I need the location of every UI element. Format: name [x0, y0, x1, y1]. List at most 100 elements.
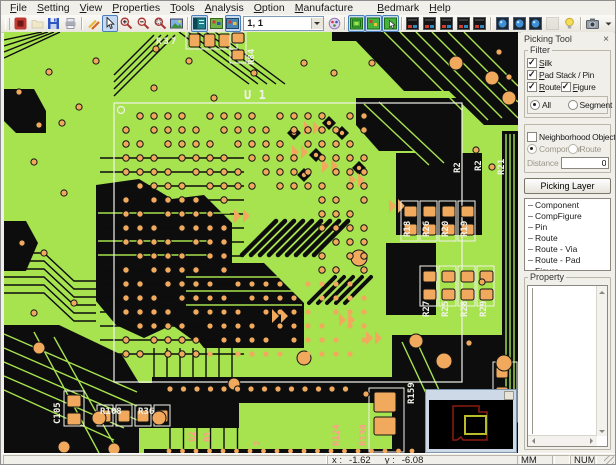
- status-units-segment: MM: [517, 455, 555, 465]
- property-group: Property: [524, 277, 611, 450]
- overview-close-button[interactable]: [504, 391, 514, 400]
- silk-label-r21: R21: [497, 159, 507, 175]
- application-window: FileSettingViewPropertiesToolsAnalysisOp…: [0, 0, 616, 465]
- layer-item-pin[interactable]: Pin: [525, 222, 610, 233]
- report-icon[interactable]: [528, 15, 545, 32]
- checkbox-route[interactable]: Route: [527, 82, 561, 92]
- overview-titlebar[interactable]: [426, 390, 516, 400]
- combo-dropdown-icon[interactable]: [311, 18, 323, 29]
- menu-setting[interactable]: Setting: [32, 1, 75, 15]
- scroll-left-icon[interactable]: [529, 438, 535, 444]
- silk-label-r130: R130: [359, 424, 369, 446]
- zoom-in-icon[interactable]: [118, 15, 135, 32]
- silk-label-2: 2: [253, 441, 263, 446]
- menu-manufacture[interactable]: Manufacture: [290, 1, 358, 15]
- board-bottom-view-icon[interactable]: [225, 15, 242, 32]
- scroll-down-icon[interactable]: [599, 430, 605, 436]
- save-icon[interactable]: [45, 15, 62, 32]
- menu-bedmark[interactable]: Bedmark: [372, 1, 424, 15]
- layer-preset-2-icon[interactable]: [421, 15, 438, 32]
- menu-properties[interactable]: Properties: [107, 1, 165, 15]
- measure-pens-icon[interactable]: [85, 15, 102, 32]
- menu-help[interactable]: Help: [424, 1, 456, 15]
- radio-route[interactable]: Route: [568, 144, 609, 154]
- resize-grip[interactable]: [604, 456, 614, 465]
- select-cursor-icon[interactable]: [102, 15, 119, 32]
- radio-component[interactable]: Component: [527, 144, 568, 154]
- toolbar: 1, 1: [1, 15, 616, 33]
- checkbox-pad-stack-pin[interactable]: Pad Stack / Pin: [527, 70, 594, 80]
- highlight-bulb-icon[interactable]: [561, 15, 578, 32]
- menu-file[interactable]: File: [5, 1, 32, 15]
- layer-color-icon[interactable]: [326, 15, 343, 32]
- distance-input[interactable]: [561, 157, 609, 169]
- layer-preset-4-icon[interactable]: [455, 15, 472, 32]
- overview-viewport-rect[interactable]: [465, 416, 486, 434]
- layer-item-component[interactable]: Component: [525, 200, 610, 211]
- toolbar-grip[interactable]: [5, 18, 10, 30]
- toolbar-separator: [81, 17, 83, 30]
- scroll-right-icon[interactable]: [590, 438, 596, 444]
- silk-label-r28: R28: [460, 301, 470, 317]
- menu-tools[interactable]: Tools: [165, 1, 200, 15]
- zoom-window-icon[interactable]: [152, 15, 169, 32]
- scope-radio-box: AllSegment: [527, 96, 608, 114]
- radio-all[interactable]: All: [530, 100, 568, 110]
- checkbox-neighborhood-object[interactable]: Neighborhood Object: [527, 132, 608, 142]
- open-file-icon[interactable]: [29, 15, 46, 32]
- checkbox-figure[interactable]: Figure: [561, 82, 596, 92]
- scroll-up-icon[interactable]: [599, 288, 605, 294]
- units-label: MM: [521, 455, 537, 465]
- property-grid[interactable]: [527, 285, 608, 447]
- panel-title: Picking Tool: [524, 34, 601, 44]
- board-pick-view-icon[interactable]: [382, 15, 399, 32]
- overview-window[interactable]: [425, 389, 517, 453]
- menu-bar: FileSettingViewPropertiesToolsAnalysisOp…: [1, 1, 616, 15]
- distance-label: Distance: [527, 158, 558, 168]
- picking-layer-button[interactable]: Picking Layer: [524, 178, 611, 194]
- zoom-out-icon[interactable]: [135, 15, 152, 32]
- horizontal-scrollbar[interactable]: [528, 435, 597, 446]
- neighborhood-checkbox[interactable]: [527, 132, 537, 142]
- radio-segment[interactable]: Segment: [568, 100, 606, 110]
- blank-icon[interactable]: [544, 15, 561, 32]
- layer-item-route-via[interactable]: Route - Via: [525, 244, 610, 255]
- zoom-fit-icon[interactable]: [168, 15, 185, 32]
- coord-x-label: x :: [332, 455, 342, 465]
- menu-analysis[interactable]: Analysis: [200, 1, 249, 15]
- app-logo-icon[interactable]: [12, 15, 29, 32]
- layer-item-route-pad[interactable]: Route - Pad: [525, 255, 610, 266]
- silk-label-02: 02: [188, 431, 198, 442]
- overview-map[interactable]: [429, 400, 513, 449]
- vertical-scrollbar[interactable]: [596, 286, 607, 436]
- screenshot-camera-icon[interactable]: [584, 15, 601, 32]
- layer-item-compfigure[interactable]: CompFigure: [525, 211, 610, 222]
- board-view-2-icon[interactable]: [365, 15, 382, 32]
- layer-item-figure[interactable]: Figure: [525, 266, 610, 271]
- silk-label-r29: R29: [479, 301, 489, 317]
- panel-titlebar[interactable]: Picking Tool ×: [521, 32, 614, 46]
- property-grid-divider: [532, 288, 533, 434]
- panel-close-icon[interactable]: ×: [601, 34, 611, 45]
- silk-label-r2: R2: [474, 160, 484, 171]
- layer-panel-icon[interactable]: [191, 15, 208, 32]
- board-top-view-icon[interactable]: [208, 15, 225, 32]
- net-view-icon[interactable]: [511, 15, 528, 32]
- layer-pair-combobox[interactable]: 1, 1: [243, 16, 323, 31]
- silk-label-r19: R19: [460, 221, 470, 237]
- menu-view[interactable]: View: [75, 1, 108, 15]
- toolbar-overflow-icon[interactable]: [600, 15, 616, 32]
- layer-preset-5-icon[interactable]: [471, 15, 488, 32]
- print-icon[interactable]: [62, 15, 79, 32]
- layer-item-route[interactable]: Route: [525, 233, 610, 244]
- board-view-1-icon[interactable]: [348, 15, 365, 32]
- layer-preset-3-icon[interactable]: [438, 15, 455, 32]
- checkbox-silk[interactable]: Silk: [527, 58, 552, 68]
- filter-group-title: Filter: [528, 45, 552, 55]
- silk-label-r26: R26: [422, 221, 432, 237]
- neighborhood-group: Neighborhood Object ComponentRoute Dista…: [524, 124, 611, 173]
- picking-layer-list[interactable]: ComponentCompFigurePinRouteRoute - ViaRo…: [524, 198, 611, 271]
- drc-check-icon[interactable]: [494, 15, 511, 32]
- layer-preset-1-icon[interactable]: [405, 15, 422, 32]
- menu-option[interactable]: Option: [249, 1, 290, 15]
